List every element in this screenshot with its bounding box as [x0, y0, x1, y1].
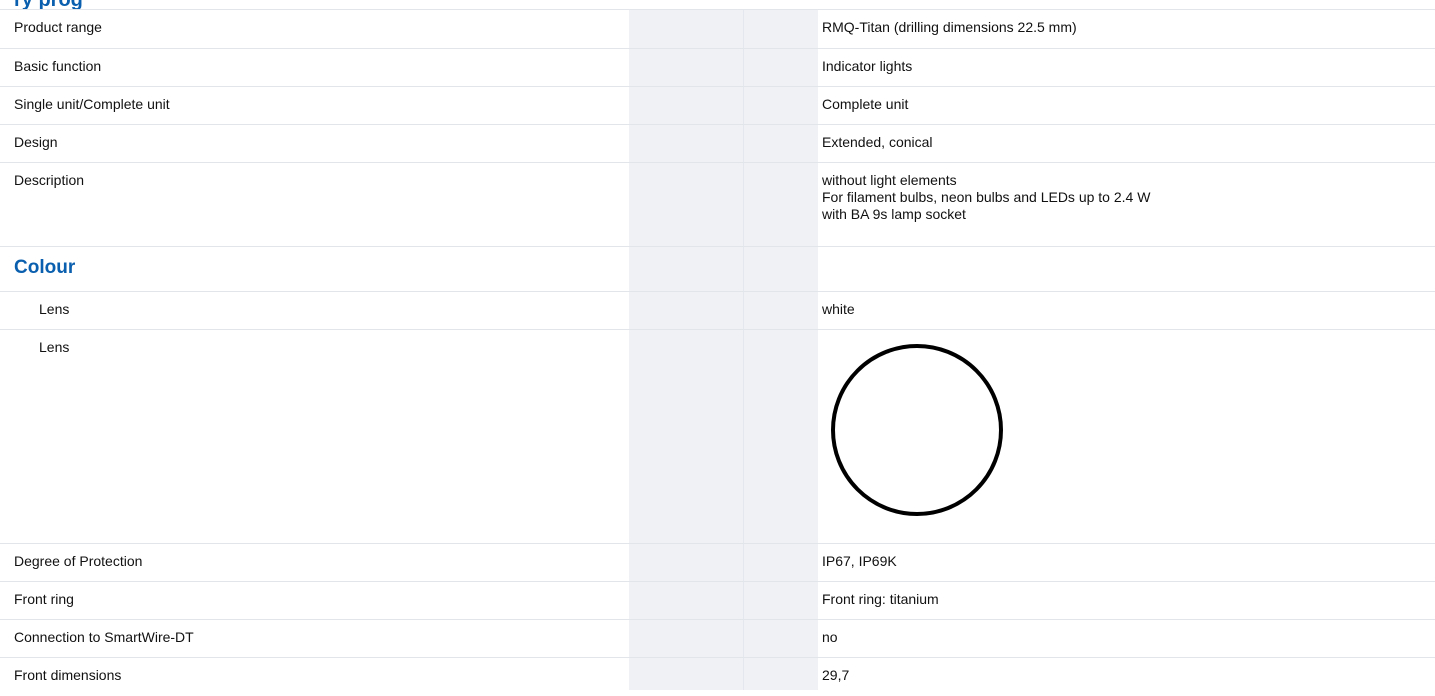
- spec-label: Basic function: [14, 58, 102, 74]
- spec-row-front-dimensions: Front dimensions 29,7: [0, 658, 1435, 696]
- spec-label: Degree of Protection: [14, 553, 143, 569]
- spec-value: white: [822, 301, 855, 317]
- description-line: For filament bulbs, neon bulbs and LEDs …: [822, 189, 1151, 205]
- spec-value: 29,7: [822, 667, 850, 683]
- lens-colour-circle: [831, 344, 1003, 516]
- spec-label: Front ring: [14, 591, 74, 607]
- spec-label: Lens: [39, 301, 70, 317]
- spec-row-degree-protection: Degree of Protection IP67, IP69K: [0, 544, 1435, 582]
- spec-row-description: Description without light elements For f…: [0, 163, 1435, 247]
- spec-table: Product range RMQ-Titan (drilling dimens…: [0, 10, 1435, 696]
- section-header-colour: Colour: [0, 247, 1435, 292]
- spec-row-front-ring: Front ring Front ring: titanium: [0, 582, 1435, 620]
- spec-value: Extended, conical: [822, 134, 933, 150]
- spec-row-basic-function: Basic function Indicator lights: [0, 49, 1435, 87]
- description-line: without light elements: [822, 172, 957, 188]
- spec-label: Connection to SmartWire-DT: [14, 629, 194, 645]
- spec-label: Design: [14, 134, 58, 150]
- spec-value: Complete unit: [822, 96, 909, 112]
- description-line: with BA 9s lamp socket: [822, 206, 966, 222]
- spec-value: Front ring: titanium: [822, 591, 939, 607]
- spec-row-lens-swatch: Lens: [0, 330, 1435, 544]
- spec-value: no: [822, 629, 838, 645]
- spec-row-product-range: Product range RMQ-Titan (drilling dimens…: [0, 10, 1435, 49]
- spec-value: IP67, IP69K: [822, 553, 897, 569]
- spec-label: Product range: [14, 19, 102, 35]
- spec-row-smartwire: Connection to SmartWire-DT no: [0, 620, 1435, 658]
- spec-row-design: Design Extended, conical: [0, 125, 1435, 163]
- white-circle-swatch-icon: [831, 344, 1003, 516]
- spec-label: Lens: [39, 339, 70, 355]
- spec-value-multiline: without light elements For filament bulb…: [822, 172, 1150, 223]
- spec-label: Front dimensions: [14, 667, 122, 683]
- section-title: Colour: [14, 257, 76, 278]
- spec-row-single-complete: Single unit/Complete unit Complete unit: [0, 87, 1435, 125]
- spec-value: Indicator lights: [822, 58, 913, 74]
- spec-value: RMQ-Titan (drilling dimensions 22.5 mm): [822, 19, 1077, 35]
- spec-label: Single unit/Complete unit: [14, 96, 170, 112]
- spec-row-lens-colour: Lens white: [0, 292, 1435, 330]
- spec-label: Description: [14, 172, 85, 188]
